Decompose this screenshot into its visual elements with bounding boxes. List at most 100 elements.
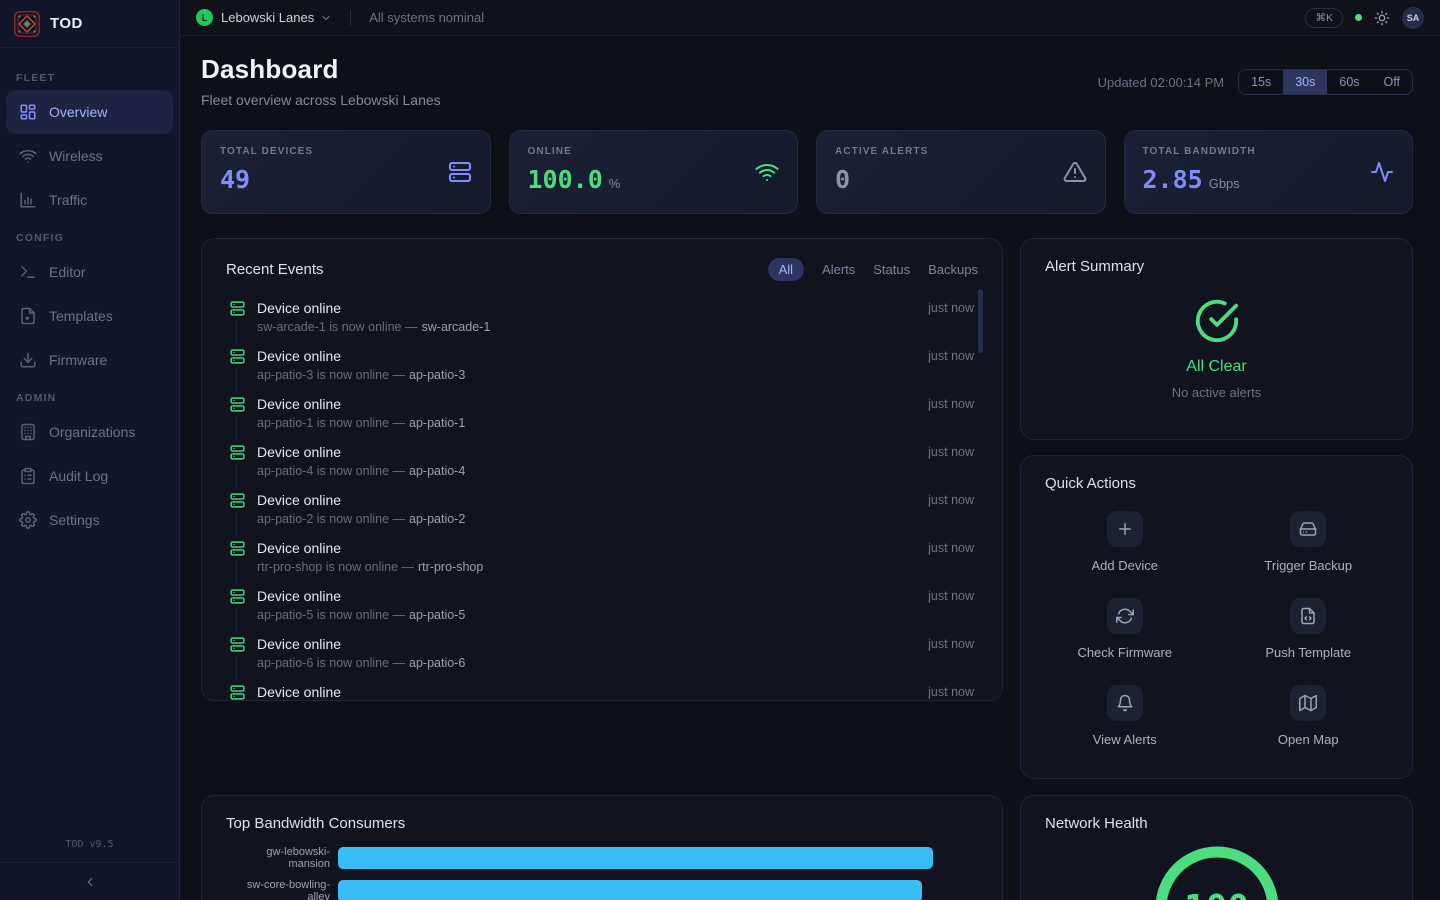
stat-card-active-alerts: ACTIVE ALERTS 0 [816, 130, 1106, 214]
event-title: Device online [257, 533, 974, 555]
event-title: Device online [257, 341, 974, 363]
sidebar-item-label: Templates [49, 308, 113, 324]
file-code-icon [1299, 607, 1317, 625]
system-status-text: All systems nominal [369, 10, 484, 25]
event-device-name: rtr-pro-shop [418, 560, 483, 574]
sidebar-item-editor[interactable]: Editor [6, 250, 173, 294]
sidebar-item-traffic[interactable]: Traffic [6, 178, 173, 222]
sidebar-item-label: Settings [49, 512, 100, 528]
alert-detail-text: No active alerts [1172, 385, 1262, 400]
network-health-card: Network Health 100 [1020, 795, 1413, 900]
gear-icon [19, 511, 37, 529]
quick-actions-title: Quick Actions [1045, 475, 1136, 492]
event-title: Device online [257, 677, 974, 699]
event-row[interactable]: Device onlinesw-arcade-1 is now online —… [227, 293, 974, 341]
sidebar-item-firmware[interactable]: Firmware [6, 338, 173, 382]
bandwidth-row: sw-core-bowling-alley [226, 880, 978, 900]
event-row[interactable]: Device onlineap-patio-1 is now online —a… [227, 389, 974, 437]
server-icon [227, 586, 247, 606]
event-row[interactable]: Device online ap-patio-4 is now online —a… [227, 437, 974, 485]
event-row[interactable]: Device online ap-patio-6 is now online —a… [227, 629, 974, 677]
tab-alerts[interactable]: Alerts [822, 262, 855, 277]
interval-15s-button[interactable]: 15s [1239, 70, 1283, 94]
sidebar-item-overview[interactable]: Overview [6, 90, 173, 134]
check-firmware-button[interactable]: Check Firmware [1045, 598, 1205, 660]
sidebar-item-label: Firmware [49, 352, 107, 368]
event-timestamp: just now [928, 685, 974, 699]
command-palette-button[interactable]: ⌘K [1305, 8, 1343, 28]
bandwidth-bar [338, 847, 933, 869]
event-title: Device online [257, 437, 974, 459]
tab-backups[interactable]: Backups [928, 262, 978, 277]
event-device-name: ap-patio-5 [409, 608, 465, 622]
add-device-button[interactable]: Add Device [1045, 511, 1205, 573]
sidebar-item-templates[interactable]: Templates [6, 294, 173, 338]
push-template-button[interactable]: Push Template [1229, 598, 1389, 660]
nav-section-admin: ADMIN [0, 382, 179, 410]
user-avatar[interactable]: SA [1402, 7, 1424, 29]
view-alerts-button[interactable]: View Alerts [1045, 685, 1205, 747]
bandwidth-row: gw-lebowski-mansion [226, 847, 978, 869]
event-timestamp: just now [928, 445, 974, 459]
event-row[interactable]: Device onlineap-patio-2 is now online —a… [227, 485, 974, 533]
org-switcher[interactable]: Lebowski Lanes [221, 10, 314, 25]
event-title: Device online [257, 581, 974, 603]
event-description: ap-patio-4 is now online —ap-patio-4 [257, 465, 974, 478]
server-icon [227, 394, 247, 414]
sidebar-item-organizations[interactable]: Organizations [6, 410, 173, 454]
event-device-name: sw-arcade-1 [422, 320, 491, 334]
event-row[interactable]: Device onlineap-patio-3 is now online —a… [227, 341, 974, 389]
event-row[interactable]: Device onlineap-patio-5 is now online —a… [227, 581, 974, 629]
server-icon [227, 442, 247, 462]
quick-actions-card: Quick Actions Add Device Trigger Backup … [1020, 455, 1413, 779]
plus-icon [1116, 520, 1134, 538]
event-description: ap-patio-6 is now online —ap-patio-6 [257, 657, 974, 670]
event-row[interactable]: Device onlinejust now [227, 677, 974, 701]
event-device-name: ap-patio-1 [409, 416, 465, 430]
page-title: Dashboard [201, 54, 441, 85]
sidebar-collapse-button[interactable] [0, 862, 179, 900]
event-timestamp: just now [928, 637, 974, 651]
connection-status-dot [1355, 14, 1362, 21]
top-bandwidth-title: Top Bandwidth Consumers [226, 815, 405, 832]
event-row[interactable]: Device online rtr-pro-shop is now online … [227, 533, 974, 581]
sidebar-item-audit-log[interactable]: Audit Log [6, 454, 173, 498]
event-description: rtr-pro-shop is now online —rtr-pro-shop [257, 561, 974, 574]
trigger-backup-button[interactable]: Trigger Backup [1229, 511, 1389, 573]
alert-summary-title: Alert Summary [1045, 258, 1144, 275]
server-icon [227, 682, 247, 701]
interval-30s-button[interactable]: 30s [1283, 70, 1327, 94]
interval-60s-button[interactable]: 60s [1327, 70, 1371, 94]
events-scrollbar[interactable] [978, 289, 983, 353]
event-timestamp: just now [928, 397, 974, 411]
sidebar-item-label: Editor [49, 264, 86, 280]
bandwidth-device-label: sw-core-bowling-alley [226, 879, 338, 900]
sidebar-item-label: Overview [49, 104, 107, 120]
app-logo: TOD [0, 0, 179, 48]
open-map-button[interactable]: Open Map [1229, 685, 1389, 747]
stat-label: ONLINE [528, 146, 780, 157]
bar-chart-icon [19, 191, 37, 209]
event-device-name: ap-patio-6 [409, 656, 465, 670]
refresh-interval-segmented-control: 15s 30s 60s Off [1238, 69, 1413, 95]
chevron-down-icon[interactable] [320, 12, 332, 24]
bandwidth-bar-chart: gw-lebowski-mansion sw-core-bowling-alley [226, 847, 978, 900]
interval-off-button[interactable]: Off [1372, 70, 1412, 94]
event-timestamp: just now [928, 589, 974, 603]
event-description: sw-arcade-1 is now online —sw-arcade-1 [257, 321, 974, 334]
stat-suffix: Gbps [1209, 176, 1240, 191]
event-title: Device online [257, 629, 974, 651]
event-description: ap-patio-1 is now online —ap-patio-1 [257, 417, 974, 430]
clipboard-icon [19, 467, 37, 485]
bandwidth-device-label: gw-lebowski-mansion [226, 846, 338, 870]
network-health-title: Network Health [1045, 815, 1148, 832]
tab-all[interactable]: All [768, 258, 804, 281]
theme-toggle-button[interactable] [1374, 10, 1390, 26]
nav-section-fleet: FLEET [0, 62, 179, 90]
stat-label: TOTAL DEVICES [220, 146, 472, 157]
hard-drive-icon [1299, 520, 1317, 538]
tab-status[interactable]: Status [873, 262, 910, 277]
sidebar-item-wireless[interactable]: Wireless [6, 134, 173, 178]
sidebar-item-settings[interactable]: Settings [6, 498, 173, 542]
nav-section-config: CONFIG [0, 222, 179, 250]
